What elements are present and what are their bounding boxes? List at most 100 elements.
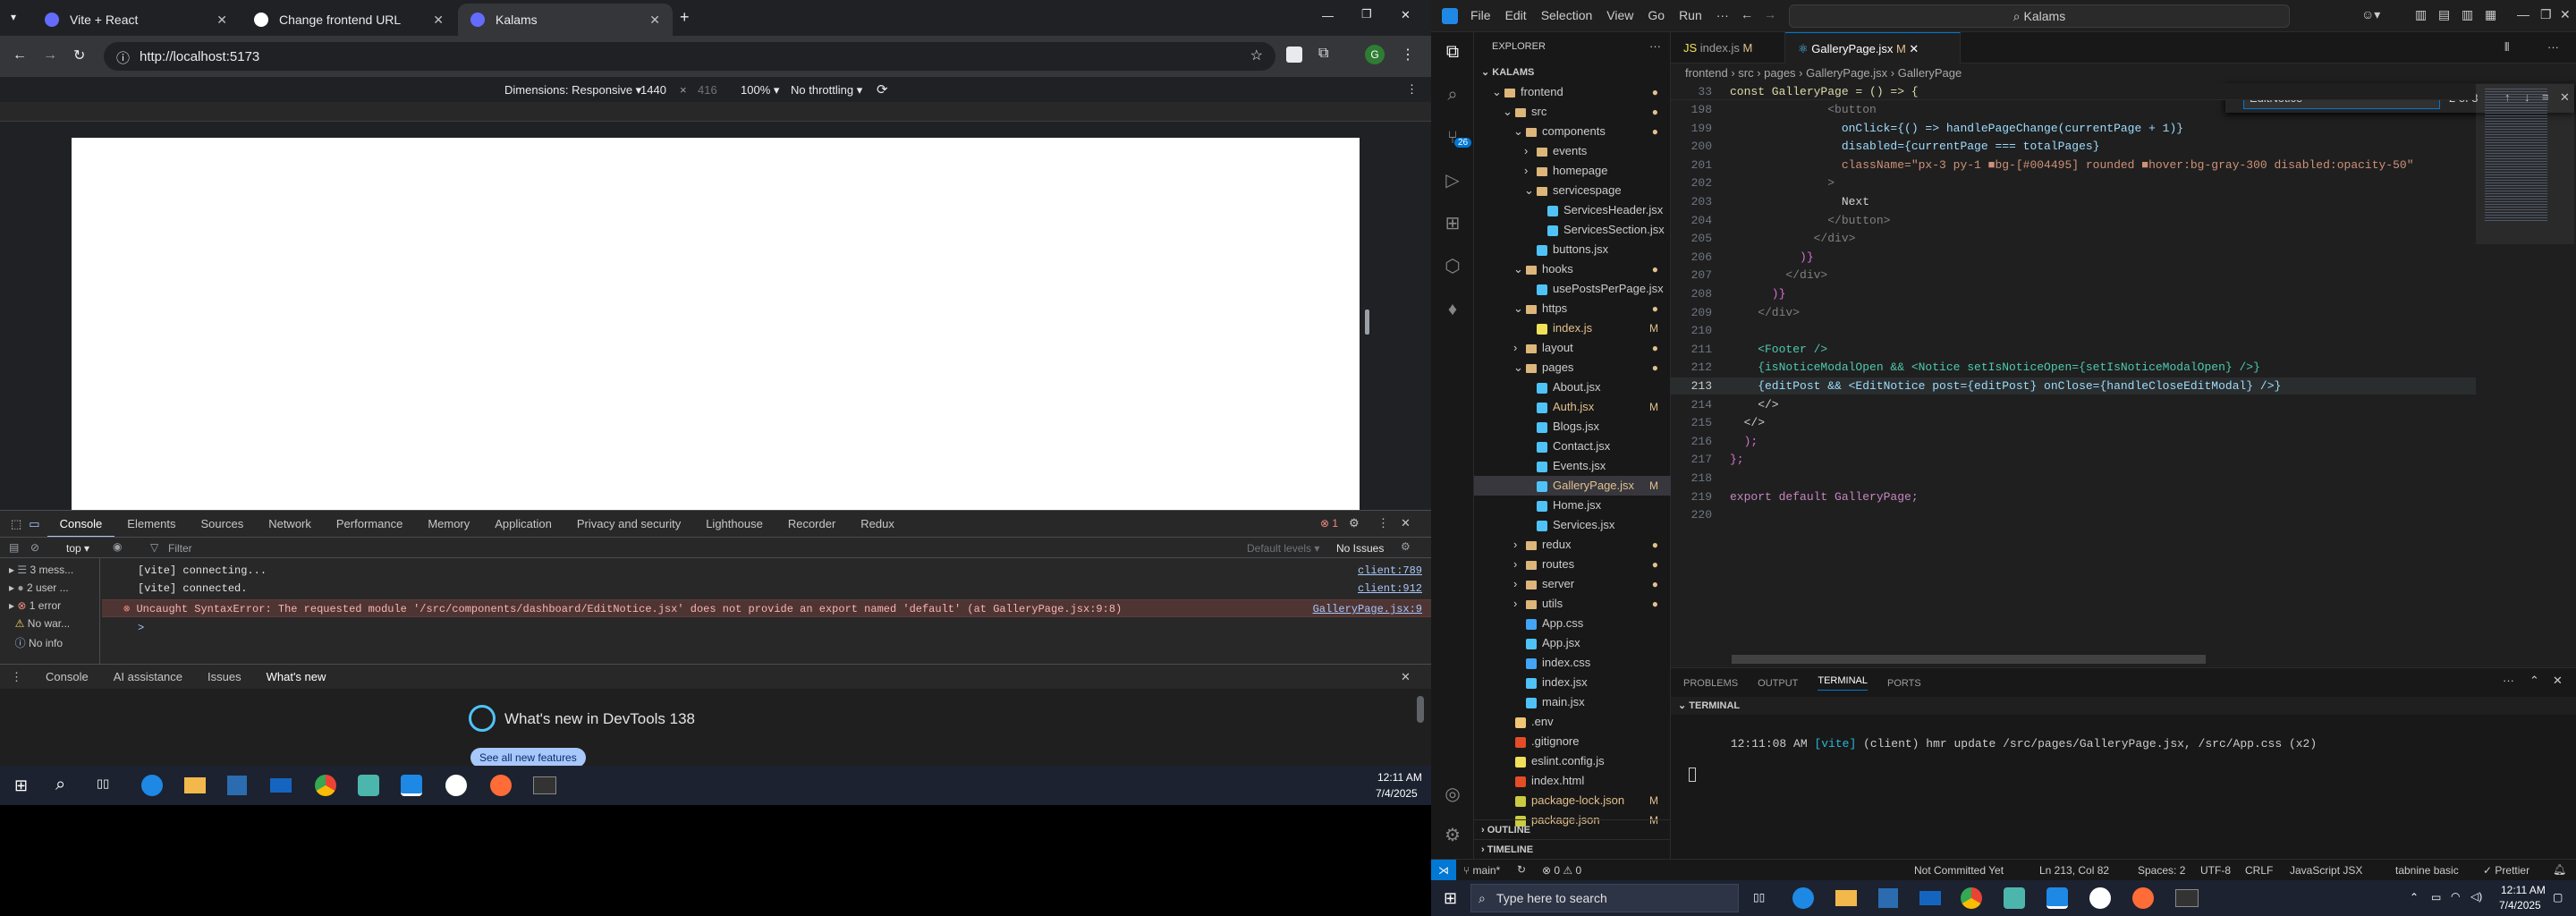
clock-time[interactable]: 12:11 AM (2501, 884, 2546, 896)
tab-kalams[interactable]: Kalams ✕ (458, 4, 673, 36)
tree-file[interactable]: index.jsx (1474, 673, 1671, 692)
editor-tab-index-js[interactable]: JS index.js M (1671, 32, 1785, 64)
tree-file[interactable]: index.css (1474, 653, 1671, 673)
extension-icon[interactable] (1286, 47, 1302, 63)
code-line[interactable]: 208 )} (1671, 285, 2476, 302)
site-info-icon[interactable]: ⓘ (116, 48, 130, 67)
code-line[interactable]: 200 disabled={currentPage === totalPages… (1671, 138, 2476, 155)
console-settings-icon[interactable]: ⚙ (1401, 540, 1411, 553)
tree-folder[interactable]: ⌄ components ● (1474, 122, 1671, 141)
tree-file[interactable]: About.jsx (1474, 377, 1671, 397)
context-select[interactable]: top ▾ (66, 542, 89, 555)
code-line[interactable]: 204 </button> (1671, 212, 2476, 229)
tabnine-indicator[interactable]: tabnine basic (2395, 864, 2459, 877)
back-icon[interactable]: ← (13, 47, 27, 64)
terminal-icon[interactable] (533, 776, 556, 794)
code-line[interactable]: 205 </div> (1671, 230, 2476, 247)
tree-folder[interactable]: › layout ● (1474, 338, 1671, 358)
explorer-more-icon[interactable]: ··· (1649, 39, 1661, 53)
menu-run[interactable]: Run (1679, 8, 1702, 22)
devtools-close-icon[interactable]: ✕ (1401, 516, 1411, 530)
menu-selection[interactable]: Selection (1541, 8, 1593, 22)
store-icon[interactable] (1878, 888, 1898, 908)
code-line[interactable]: 201 className="px-3 py-1 ■bg-[#004495] r… (1671, 157, 2476, 174)
code-line[interactable]: 206 )} (1671, 249, 2476, 266)
devtools-tab-sources[interactable]: Sources (189, 511, 257, 538)
close-tab-icon[interactable]: ✕ (1909, 42, 1919, 55)
info-item[interactable]: ⓘ No info (9, 635, 63, 650)
terminal-header[interactable]: ⌄ TERMINAL (1671, 697, 2576, 715)
accounts-icon[interactable]: ◎ (1442, 784, 1463, 805)
close-panel-icon[interactable]: ✕ (2553, 674, 2563, 688)
eol[interactable]: CRLF (2245, 864, 2273, 877)
device-toggle-icon[interactable]: ▭ (29, 517, 39, 531)
sidebar-toggle-icon[interactable]: ▤ (9, 541, 19, 554)
tree-folder[interactable]: ⌄ hooks ● (1474, 259, 1671, 279)
errors-item[interactable]: ▸ ⊗ 1 error (9, 599, 61, 612)
editor-more-icon[interactable]: ··· (2547, 40, 2559, 54)
vscode-icon[interactable] (401, 775, 422, 796)
outline-section[interactable]: › OUTLINE (1474, 819, 1670, 839)
drawer-scrollbar[interactable] (1417, 696, 1424, 723)
postman-icon[interactable] (490, 775, 512, 796)
code-line[interactable]: 214 </> (1671, 396, 2476, 413)
github-icon[interactable] (2089, 887, 2111, 909)
remote-explorer-icon[interactable]: ⬡ (1442, 256, 1463, 277)
tab-change-frontend-url[interactable]: Change frontend URL ✕ (242, 4, 456, 36)
zoom-select[interactable]: 100% ▾ (741, 83, 779, 98)
devtools-tab-console[interactable]: Console (47, 511, 115, 538)
prettier-indicator[interactable]: ✓ Prettier (2483, 864, 2529, 877)
network-icon[interactable]: ▭ (2431, 891, 2441, 903)
cursor-position[interactable]: Ln 213, Col 82 (2039, 864, 2109, 877)
drawer-tab-issues[interactable]: Issues (195, 664, 254, 691)
error-count-badge[interactable]: ⊗ 1 (1320, 517, 1338, 530)
minimize-icon[interactable]: — (1322, 9, 1334, 22)
tree-file[interactable]: Home.jsx (1474, 496, 1671, 515)
clear-console-icon[interactable]: ⊘ (30, 541, 39, 554)
taskbar-search-box[interactable]: ⌕ Type here to search (1470, 884, 1739, 912)
task-view-icon[interactable]: ▯▯ (1753, 891, 1765, 903)
notifications-icon[interactable]: 🔔︎ (2553, 863, 2566, 876)
tree-folder[interactable]: › utils ● (1474, 594, 1671, 614)
devtools-tab-recorder[interactable]: Recorder (775, 511, 848, 538)
panel-tab-terminal[interactable]: TERMINAL (1818, 675, 1868, 691)
copilot-icon[interactable]: ☺▾ (2361, 7, 2380, 22)
sticky-scroll-line[interactable]: 33 const GalleryPage = () => { (1671, 83, 2476, 100)
url-input[interactable]: ⓘ http://localhost:5173 ☆ (104, 42, 1275, 71)
menu-file[interactable]: File (1470, 8, 1491, 22)
messages-item[interactable]: ▸ ☰ 3 mess... (9, 564, 73, 576)
sync-icon[interactable]: ↻ (1517, 863, 1526, 876)
tree-folder[interactable]: › server ● (1474, 574, 1671, 594)
tree-file[interactable]: Events.jsx (1474, 456, 1671, 476)
tree-file[interactable]: .env (1474, 712, 1671, 732)
problems-indicator[interactable]: ⊗ 0 ⚠ 0 (1542, 864, 1581, 877)
postman-icon[interactable] (2132, 887, 2154, 909)
bookmark-star-icon[interactable]: ☆ (1250, 47, 1263, 64)
console-prompt[interactable]: > (102, 619, 1431, 637)
extensions-icon[interactable]: ⊞ (1442, 213, 1463, 234)
panel-more-icon[interactable]: ··· (2503, 674, 2514, 687)
toggle-panel-icon[interactable]: ▤ (2438, 7, 2450, 22)
warnings-item[interactable]: ⚠ No war... (9, 617, 70, 630)
tree-file[interactable]: App.css (1474, 614, 1671, 633)
filter-input[interactable]: Filter (168, 542, 192, 555)
app-icon[interactable] (2004, 887, 2025, 909)
tree-file[interactable]: ServicesSection.jsx (1474, 220, 1671, 240)
resize-handle[interactable] (1365, 310, 1369, 335)
start-icon[interactable]: ⊞ (14, 776, 28, 795)
close-window-icon[interactable]: ✕ (1401, 8, 1411, 22)
vscode-icon[interactable] (2046, 887, 2068, 909)
code-line[interactable]: 199 onClick={() => handlePageChange(curr… (1671, 120, 2476, 137)
terminal-output[interactable]: 12:11:08 AM [vite] (client) hmr update /… (1689, 724, 2317, 809)
code-line[interactable]: 217}; (1671, 451, 2476, 468)
drawer-tab-console[interactable]: Console (33, 664, 101, 691)
edge-icon[interactable] (1792, 887, 1814, 909)
volume-icon[interactable]: ◁) (2470, 890, 2482, 903)
customize-layout-icon[interactable]: ▦ (2485, 7, 2496, 22)
device-menu-icon[interactable]: ⋮ (1406, 82, 1418, 97)
tree-folder[interactable]: ⌄ servicespage (1474, 181, 1671, 200)
forward-icon[interactable]: → (43, 47, 57, 64)
encoding[interactable]: UTF-8 (2200, 864, 2231, 877)
minimap[interactable] (2476, 83, 2574, 665)
terminal-icon[interactable] (2175, 889, 2199, 907)
